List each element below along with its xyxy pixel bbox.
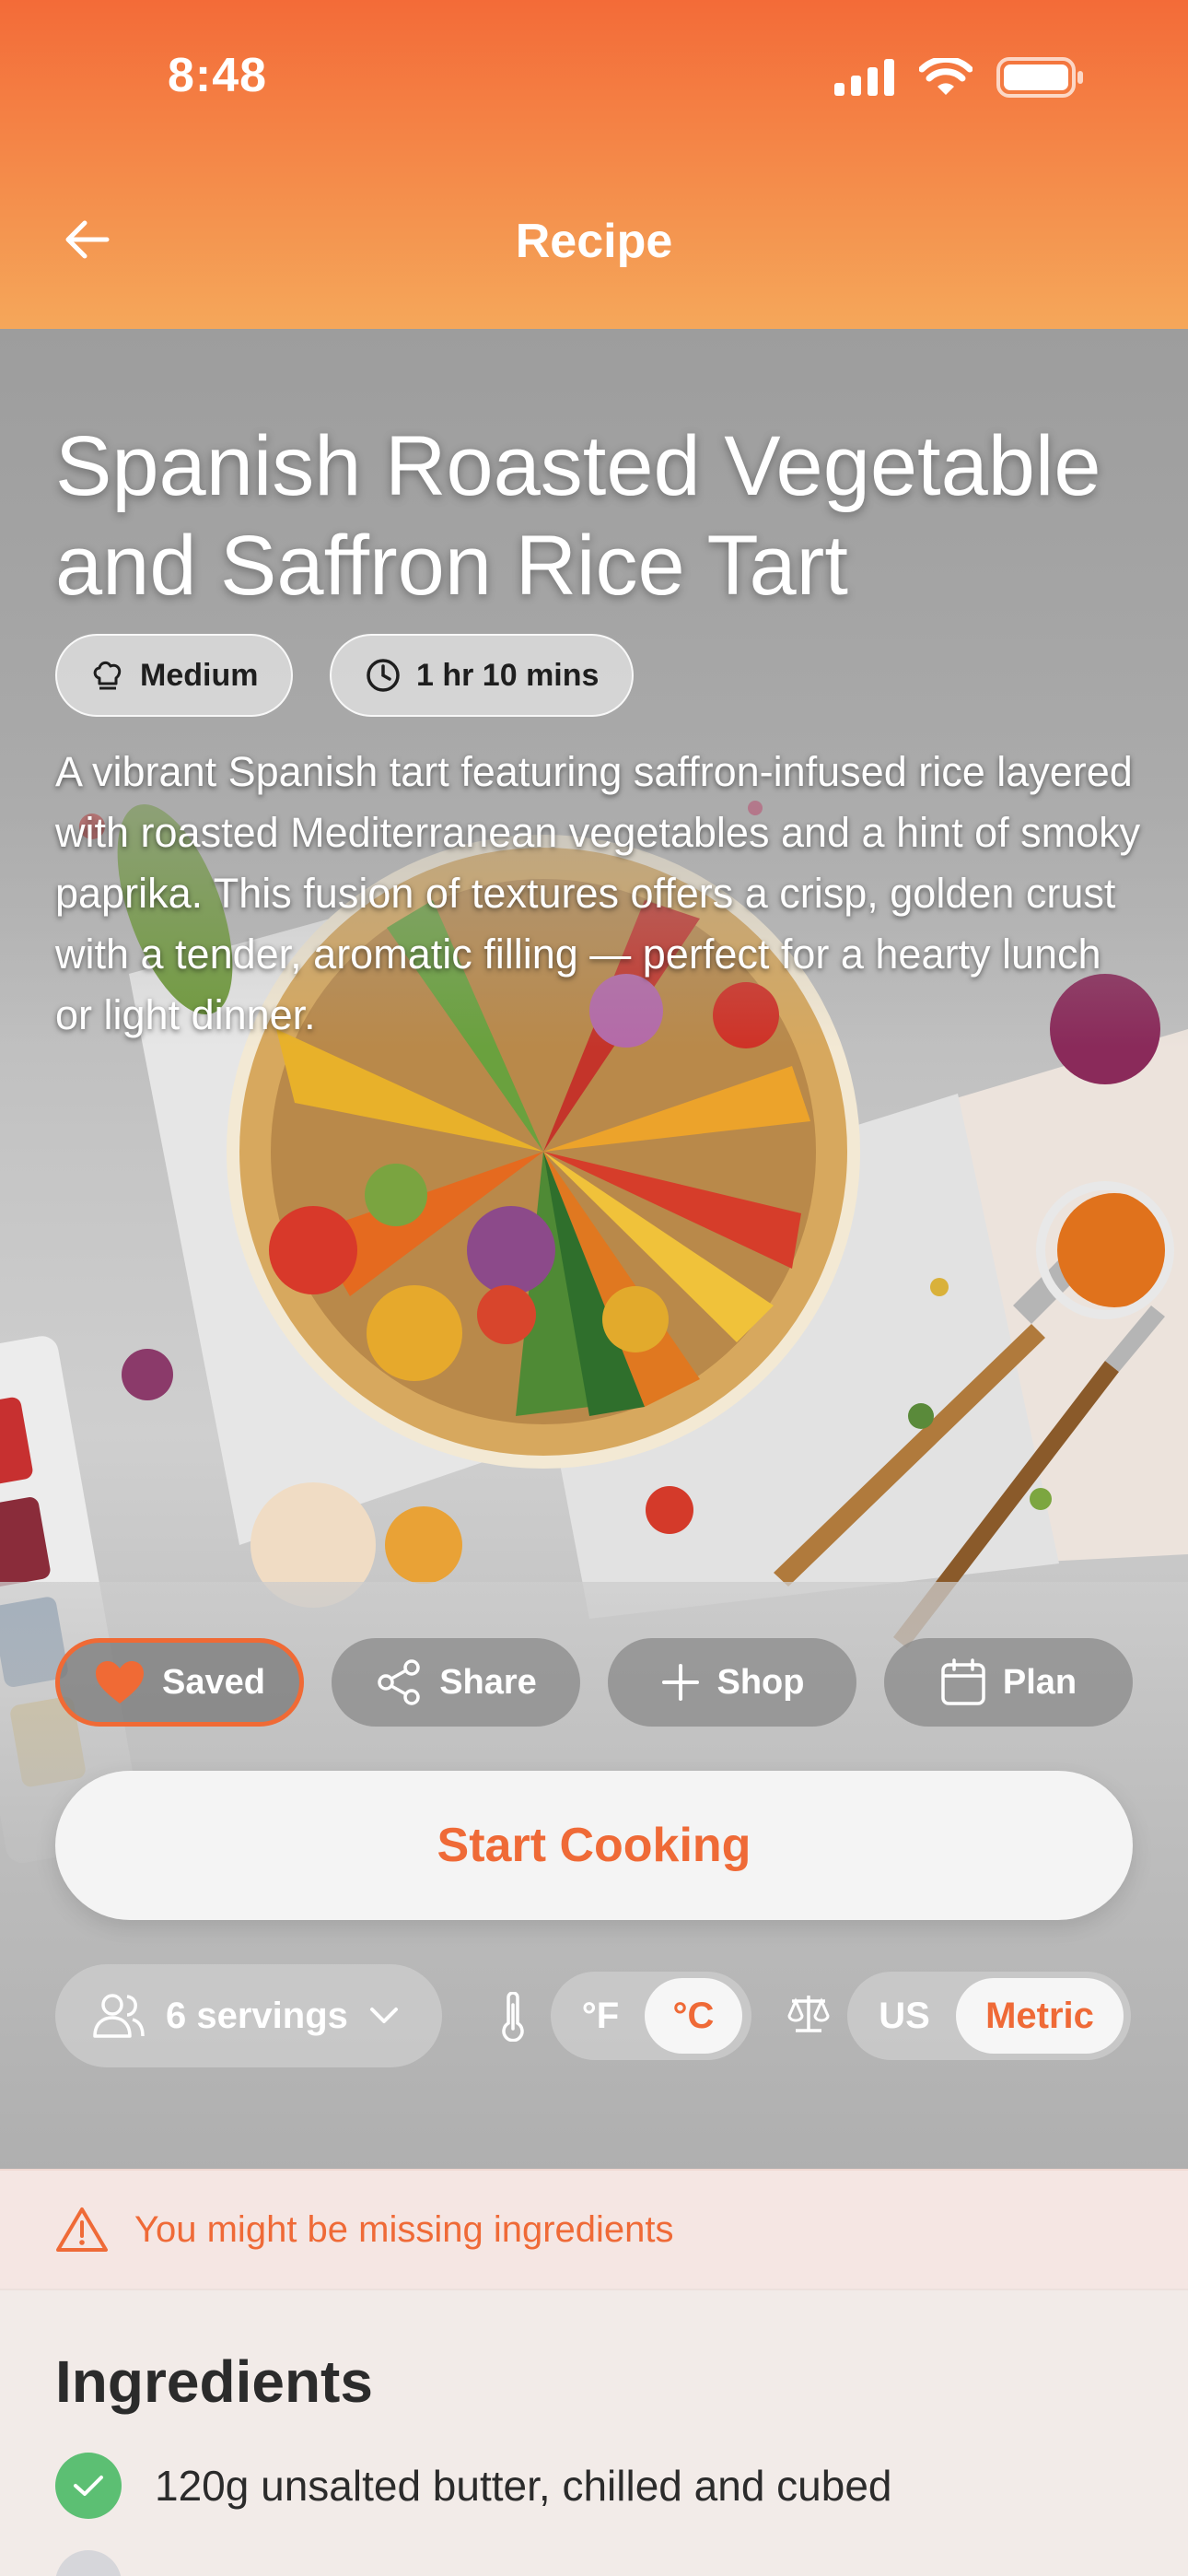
- status-icons: [834, 57, 1085, 98]
- ingredients-section: Ingredients 120g unsalted butter, chille…: [0, 2292, 1188, 2576]
- chevron-down-icon: [369, 2008, 398, 2023]
- us-units-option[interactable]: US: [853, 1978, 956, 2054]
- servings-selector[interactable]: 6 servings: [55, 1964, 442, 2067]
- ingredient-text: 120g unsalted butter, chilled and cubed: [155, 2462, 892, 2510]
- shop-button[interactable]: Shop: [608, 1638, 856, 1727]
- fahrenheit-option[interactable]: °F: [556, 1978, 645, 2054]
- status-time: 8:48: [168, 49, 268, 102]
- duration-chip: 1 hr 10 mins: [330, 634, 635, 717]
- calendar-icon: [941, 1658, 985, 1705]
- scale-icon: [787, 1996, 830, 2032]
- difficulty-chip: Medium: [55, 634, 294, 717]
- app-header: 8:48 Recipe: [0, 0, 1188, 329]
- ingredients-heading: Ingredients: [55, 2348, 373, 2415]
- wifi-icon: [919, 58, 973, 95]
- share-button[interactable]: Share: [332, 1638, 580, 1727]
- difficulty-label: Medium: [140, 657, 259, 693]
- ingredient-item[interactable]: [55, 2550, 155, 2576]
- check-circle-icon[interactable]: [55, 2453, 122, 2519]
- clock-icon: [367, 659, 400, 692]
- start-cooking-button[interactable]: Start Cooking: [55, 1771, 1133, 1920]
- share-label: Share: [439, 1662, 537, 1702]
- page-title: Recipe: [515, 215, 673, 268]
- battery-icon: [996, 57, 1083, 98]
- cellular-signal-icon: [834, 59, 894, 96]
- warning-triangle-icon: [56, 2207, 108, 2252]
- saved-button[interactable]: Saved: [55, 1638, 304, 1727]
- plus-icon: [661, 1664, 699, 1701]
- users-icon: [93, 1994, 145, 2038]
- ingredient-item[interactable]: 120g unsalted butter, chilled and cubed: [55, 2453, 892, 2519]
- celsius-option[interactable]: °C: [645, 1978, 742, 2054]
- recipe-description: A vibrant Spanish tart featuring saffron…: [55, 748, 1141, 1038]
- plan-button[interactable]: Plan: [884, 1638, 1133, 1727]
- shop-label: Shop: [716, 1662, 805, 1702]
- plan-label: Plan: [1002, 1662, 1077, 1702]
- recipe-title: Spanish Roasted Vegetable and Saffron Ri…: [55, 419, 1101, 613]
- temperature-toggle: °F °C: [551, 1972, 751, 2060]
- empty-check-circle-icon[interactable]: [55, 2550, 122, 2576]
- units-toggle: US Metric: [847, 1972, 1131, 2060]
- share-icon: [378, 1659, 420, 1705]
- metric-units-option[interactable]: Metric: [956, 1978, 1124, 2054]
- checkmark-icon: [74, 2476, 103, 2496]
- servings-label: 6 servings: [166, 1995, 348, 2036]
- chef-hat-icon: [93, 661, 122, 690]
- heart-icon: [96, 1661, 145, 1704]
- warning-text: You might be missing ingredients: [134, 2208, 674, 2250]
- missing-ingredients-banner[interactable]: You might be missing ingredients: [0, 2169, 1188, 2290]
- saved-label: Saved: [162, 1662, 265, 1702]
- duration-label: 1 hr 10 mins: [416, 657, 600, 693]
- thermometer-icon: [502, 1992, 524, 2042]
